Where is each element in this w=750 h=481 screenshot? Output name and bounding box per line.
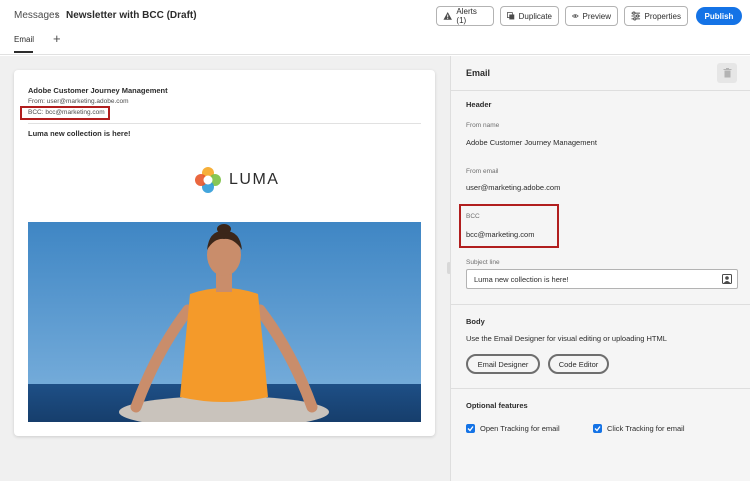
click-tracking-label: Click Tracking for email xyxy=(607,424,685,433)
personalization-icon[interactable] xyxy=(722,274,732,284)
top-bar: Messages › Newsletter with BCC (Draft) A… xyxy=(0,0,750,55)
alert-icon xyxy=(443,12,452,20)
properties-panel: Email Header From name Adobe Customer Jo… xyxy=(450,56,750,481)
preview-subject: Luma new collection is here! xyxy=(28,129,131,138)
bcc-preview-highlight xyxy=(20,106,110,120)
click-tracking-checkbox[interactable] xyxy=(593,424,602,433)
open-tracking-label: Open Tracking for email xyxy=(480,424,560,433)
breadcrumb-separator: › xyxy=(55,9,59,21)
from-email-value[interactable]: user@marketing.adobe.com xyxy=(466,183,560,192)
publish-button[interactable]: Publish xyxy=(696,7,742,25)
properties-label: Properties xyxy=(644,11,681,21)
panel-divider xyxy=(451,304,750,305)
properties-icon xyxy=(631,11,641,21)
from-name-label: From name xyxy=(466,122,500,129)
preview-label: Preview xyxy=(582,11,611,21)
preview-sender-name: Adobe Customer Journey Management xyxy=(28,86,168,95)
alerts-button[interactable]: Alerts (1) xyxy=(436,6,494,26)
luma-logo-text: LUMA xyxy=(229,171,280,188)
delete-button[interactable] xyxy=(717,63,737,83)
subject-line-text: Luma new collection is here! xyxy=(474,274,569,284)
alerts-label: Alerts (1) xyxy=(456,7,477,25)
from-email-label: From email xyxy=(466,168,499,175)
optional-features-title: Optional features xyxy=(466,401,528,410)
checkmark-icon xyxy=(594,426,601,432)
luma-logo-icon xyxy=(195,167,221,193)
panel-divider xyxy=(451,388,750,389)
bcc-label: BCC xyxy=(466,213,480,220)
from-name-value[interactable]: Adobe Customer Journey Management xyxy=(466,138,597,147)
preview-button[interactable]: Preview xyxy=(565,6,618,26)
properties-button[interactable]: Properties xyxy=(624,6,688,26)
subject-line-input[interactable]: Luma new collection is here! xyxy=(466,269,738,289)
bcc-field-highlight xyxy=(459,204,559,248)
duplicate-button[interactable]: Duplicate xyxy=(500,6,559,26)
duplicate-label: Duplicate xyxy=(518,11,552,21)
email-preview-card: Adobe Customer Journey Management From: … xyxy=(14,70,435,436)
checkmark-icon xyxy=(467,426,474,432)
active-tab-indicator xyxy=(14,51,33,53)
eye-icon xyxy=(572,14,579,18)
meditating-woman-image xyxy=(28,222,421,422)
email-designer-button[interactable]: Email Designer xyxy=(466,354,540,374)
hero-image xyxy=(28,222,421,422)
open-tracking-checkbox[interactable] xyxy=(466,424,475,433)
body-section-title: Body xyxy=(466,317,485,326)
body-description: Use the Email Designer for visual editin… xyxy=(466,334,667,343)
header-section-title: Header xyxy=(466,100,492,109)
duplicate-icon xyxy=(507,12,515,20)
preview-divider xyxy=(28,123,421,124)
trash-icon xyxy=(723,68,731,78)
page-title: Newsletter with BCC (Draft) xyxy=(66,10,197,21)
preview-from-line: From: user@marketing.adobe.com xyxy=(28,98,129,105)
panel-title: Email xyxy=(466,68,491,78)
code-editor-button[interactable]: Code Editor xyxy=(548,354,609,374)
panel-divider xyxy=(451,90,750,91)
bcc-value[interactable]: bcc@marketing.com xyxy=(466,230,534,239)
add-tab-button[interactable]: + xyxy=(53,31,61,46)
breadcrumb-messages[interactable]: Messages xyxy=(14,10,60,21)
tab-email[interactable]: Email xyxy=(14,35,34,44)
subject-line-label: Subject line xyxy=(466,259,500,266)
